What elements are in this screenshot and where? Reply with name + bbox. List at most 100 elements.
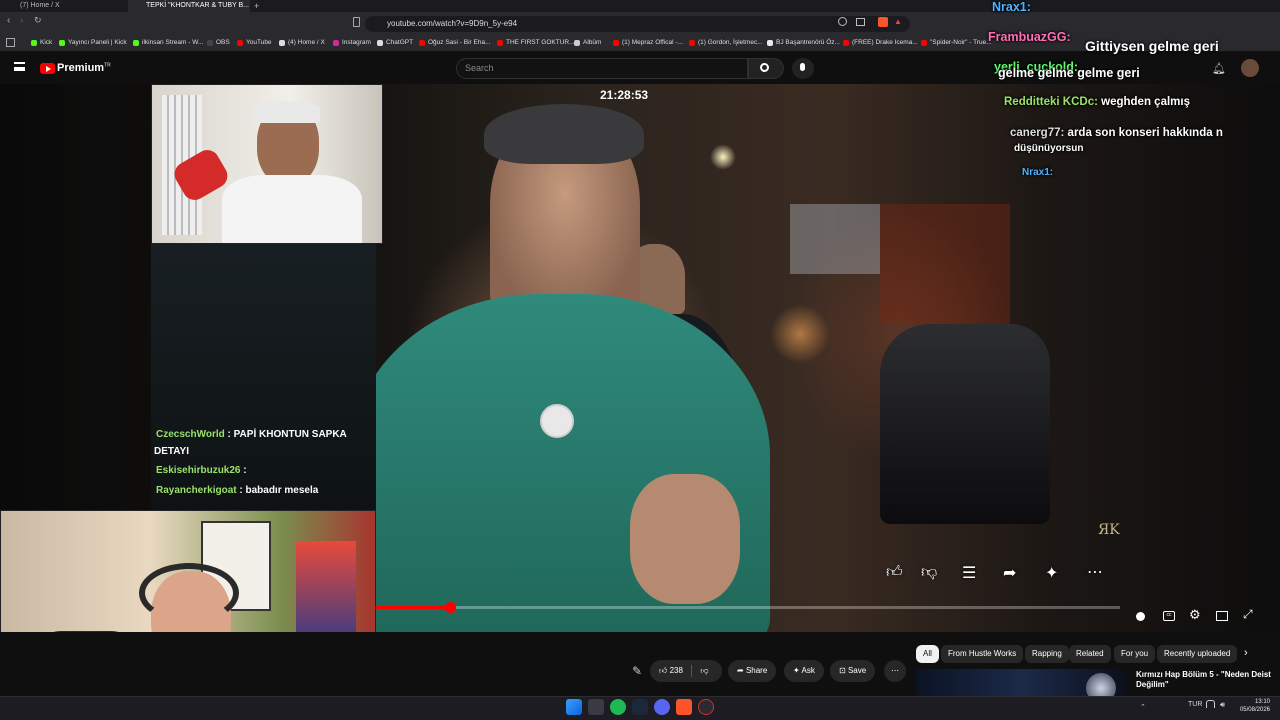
bookmark-label: BJ Başantrenörü Öz...: [776, 39, 840, 46]
brave-browser-icon[interactable]: [676, 699, 692, 715]
menu-icon[interactable]: [14, 62, 25, 71]
bookmark-album[interactable]: Albüm: [573, 36, 601, 50]
youtube-logo-icon[interactable]: [40, 63, 55, 74]
mic-button[interactable]: [792, 58, 814, 79]
progress-scrubber[interactable]: [445, 602, 456, 613]
bookmark-x-home[interactable]: (4) Home / X: [278, 36, 325, 50]
youtube-premium-label[interactable]: PremiumTR: [57, 62, 111, 74]
miniplayer-icon[interactable]: [1216, 611, 1228, 621]
zoom-icon[interactable]: [838, 17, 847, 26]
chat-message: gelme gelme gelme geri: [998, 66, 1140, 80]
bookmark-label: OBS: [216, 39, 230, 46]
tab-youtube-video[interactable]: TEPKİ "KHONTKAR & TUBY B...: [128, 0, 250, 12]
bookmark-bj[interactable]: BJ Başantrenörü Öz...: [766, 36, 840, 50]
street-sign: [790, 204, 880, 274]
autoplay-toggle-icon[interactable]: [1136, 612, 1145, 621]
like-button[interactable]: 👍︎ 238: [659, 666, 683, 675]
comments-overlay-icon[interactable]: ☰: [962, 563, 976, 583]
url-field[interactable]: youtube.com/watch?v=9D9n_5y-e94: [365, 16, 910, 32]
chip-related[interactable]: Related: [1069, 645, 1111, 663]
bookmark-youtube[interactable]: YouTube: [236, 36, 272, 50]
dislike-button[interactable]: 👎︎: [700, 666, 708, 675]
avatar[interactable]: [1241, 59, 1259, 77]
notifications-bell-icon[interactable]: 🔔︎: [1212, 62, 1226, 75]
wifi-icon[interactable]: [1206, 700, 1215, 708]
bookmark-first-gokturk[interactable]: THE FIRST GOKTUR...: [496, 36, 575, 50]
more-overlay-icon[interactable]: ⋯: [1087, 562, 1103, 582]
dislike-overlay-icon[interactable]: 👎︎: [921, 563, 937, 582]
chip-for-you[interactable]: For you: [1114, 645, 1156, 663]
discord-icon[interactable]: [654, 699, 670, 715]
bookmark-instagram[interactable]: Instagram: [332, 36, 371, 50]
rewards-icon[interactable]: ▲: [894, 17, 902, 26]
obs-icon[interactable]: [698, 699, 714, 715]
bookmark-kick-panel[interactable]: Yayıncı Paneli | Kick: [58, 36, 127, 50]
chat-message: arda son konseri hakkında n: [1067, 127, 1223, 139]
spotify-icon[interactable]: [610, 699, 626, 715]
system-clock[interactable]: 13:10 05/08/2026: [1236, 698, 1270, 714]
share-label: Share: [745, 666, 768, 675]
language-indicator[interactable]: TUR: [1188, 701, 1202, 708]
share-button[interactable]: ➦ Share: [728, 660, 777, 682]
bookmark-label: (FREE) Drake Icema...: [852, 39, 918, 46]
tray-chevron-icon[interactable]: ⌃: [1140, 703, 1146, 711]
bookmark-label: Yayıncı Paneli | Kick: [68, 39, 127, 46]
search-button[interactable]: [748, 58, 784, 79]
chat-line: Eskisehirbuzuk26 :: [156, 465, 247, 476]
related-video-title[interactable]: Kırmızı Hap Bölüm 5 - "Neden Deist Değil…: [1136, 670, 1271, 690]
bookmark-label: THE FIRST GOKTUR...: [506, 39, 575, 46]
main-person-hair: [484, 104, 644, 164]
url-text: youtube.com/watch?v=9D9n_5y-e94: [387, 19, 518, 28]
captions-icon[interactable]: cc: [1163, 611, 1175, 621]
apps-grid-icon[interactable]: [6, 38, 15, 47]
bookmark-gordon[interactable]: (1) Gordon, İşletmec...: [688, 36, 763, 50]
pendant: [540, 404, 574, 438]
chat-line: Rayancherkigoat : babadır mesela: [156, 485, 318, 496]
search-input[interactable]: Search: [456, 58, 748, 79]
channel-icon[interactable]: ✎: [632, 664, 642, 678]
cast-icon[interactable]: [856, 18, 865, 26]
bookmark-stream[interactable]: ilkinsan Stream - W...: [132, 36, 203, 50]
bookmark-chatgpt[interactable]: ChatGPT: [376, 36, 413, 50]
progress-bar[interactable]: [376, 606, 1120, 609]
windows-start-icon[interactable]: [566, 699, 582, 715]
chat-username: Redditteki KCDc:: [1004, 96, 1098, 108]
like-overlay-icon[interactable]: 👍︎: [886, 563, 903, 582]
chevron-right-icon[interactable]: ›: [1244, 647, 1248, 659]
save-button[interactable]: ⊡ Save: [830, 660, 876, 682]
bookmark-kick[interactable]: Kick: [30, 36, 52, 50]
ask-overlay-icon[interactable]: ✦: [1045, 563, 1058, 583]
forward-arrow-icon[interactable]: ›: [20, 15, 23, 26]
bookmark-icon[interactable]: [353, 17, 360, 27]
chat-line: Nrax1:: [992, 0, 1031, 14]
bookmark-oguz-sasi[interactable]: Oğuz Sasi - Bir Eha...: [418, 36, 491, 50]
chip-all[interactable]: All: [916, 645, 939, 663]
webcam-person-cap: [254, 101, 320, 123]
back-arrow-icon[interactable]: ‹: [7, 15, 10, 26]
headset-icon: [139, 563, 239, 623]
reload-icon[interactable]: ↻: [34, 15, 42, 26]
bookmark-obs[interactable]: OBS: [206, 36, 230, 50]
chat-message: düşünüyorsun: [1014, 143, 1084, 154]
brave-shield-icon[interactable]: [878, 17, 888, 27]
settings-gear-icon[interactable]: ⚙: [1189, 607, 1201, 623]
ask-button[interactable]: ✦ Ask: [784, 660, 824, 682]
search-icon: [760, 63, 769, 72]
save-label: Save: [847, 666, 867, 675]
chip-rapping[interactable]: Rapping: [1025, 645, 1069, 663]
more-actions-button[interactable]: ⋯: [884, 660, 906, 682]
tab-home-x[interactable]: (7) Home / X: [2, 0, 124, 12]
share-overlay-icon[interactable]: ➦: [1003, 563, 1016, 583]
related-video-thumbnail[interactable]: [916, 669, 1128, 703]
chip-from-hustle-works[interactable]: From Hustle Works: [941, 645, 1024, 663]
chip-label: All: [923, 649, 932, 658]
bookmark-mepraz[interactable]: (1) Mepraz Offical -...: [612, 36, 683, 50]
bookmark-spider-noir[interactable]: "Spider-Noir" - True...: [920, 36, 992, 50]
chip-recently-uploaded[interactable]: Recently uploaded: [1157, 645, 1238, 663]
file-explorer-icon[interactable]: [588, 699, 604, 715]
steam-icon[interactable]: [632, 699, 648, 715]
volume-icon[interactable]: 🔊︎: [1220, 700, 1225, 710]
new-tab-button[interactable]: +: [254, 0, 259, 12]
bookmark-drake[interactable]: (FREE) Drake Icema...: [842, 36, 918, 50]
fullscreen-icon[interactable]: ⤢: [1243, 607, 1253, 622]
